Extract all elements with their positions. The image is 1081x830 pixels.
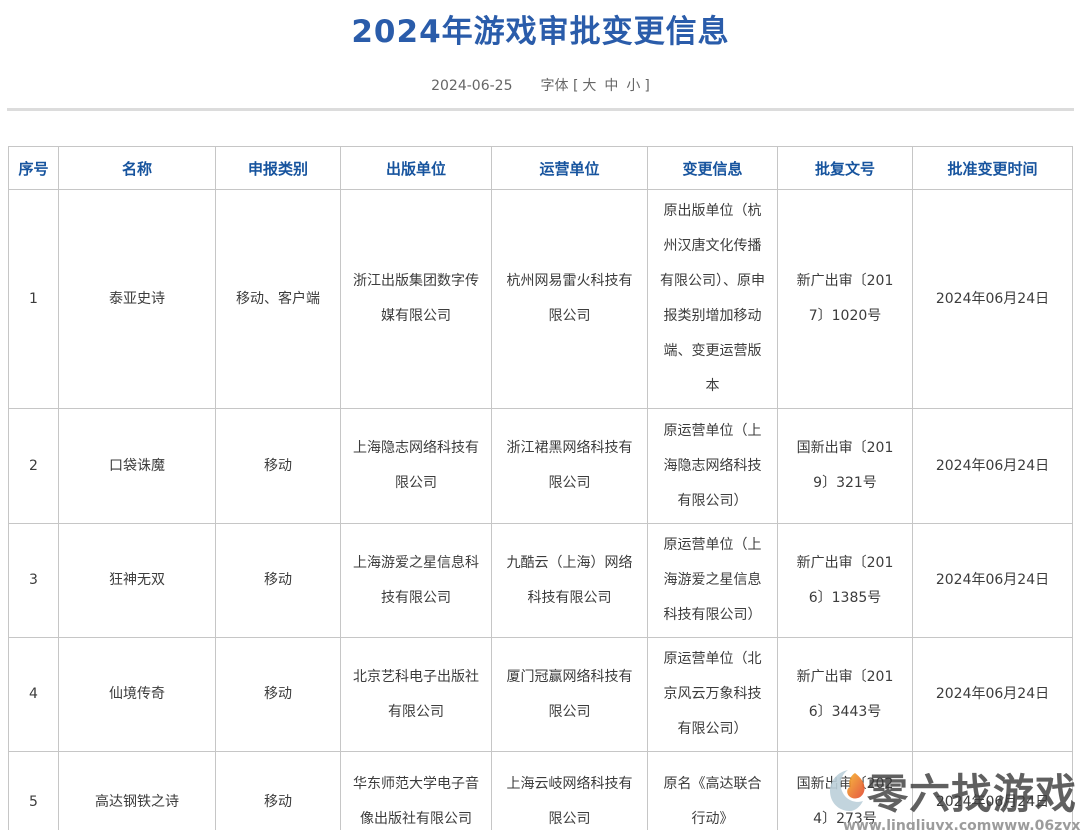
table-row: 1泰亚史诗移动、客户端浙江出版集团数字传媒有限公司杭州网易雷火科技有限公司原出版… bbox=[9, 190, 1073, 409]
table-cell: 3 bbox=[9, 524, 59, 638]
bracket-close: ] bbox=[644, 78, 649, 94]
font-size-option[interactable]: 大 bbox=[582, 78, 596, 94]
table-cell: 新广出审〔2017〕1020号 bbox=[778, 190, 913, 409]
table-cell: 浙江裙黑网络科技有限公司 bbox=[492, 409, 648, 524]
column-header: 出版单位 bbox=[341, 147, 492, 190]
table-cell: 上海游爱之星信息科技有限公司 bbox=[341, 524, 492, 638]
column-header: 名称 bbox=[59, 147, 216, 190]
table-cell: 厦门冠赢网络科技有限公司 bbox=[492, 638, 648, 752]
publish-date: 2024-06-25 bbox=[431, 78, 512, 94]
table-cell: 移动 bbox=[216, 752, 341, 830]
table-cell: 移动 bbox=[216, 524, 341, 638]
table-cell: 华东师范大学电子音像出版社有限公司 bbox=[341, 752, 492, 830]
table-cell: 浙江出版集团数字传媒有限公司 bbox=[341, 190, 492, 409]
table-cell: 2024年06月24日 bbox=[913, 524, 1073, 638]
font-size-option[interactable]: 小 bbox=[626, 78, 640, 94]
table-cell: 新广出审〔2016〕1385号 bbox=[778, 524, 913, 638]
table-body: 1泰亚史诗移动、客户端浙江出版集团数字传媒有限公司杭州网易雷火科技有限公司原出版… bbox=[9, 190, 1073, 830]
column-header: 变更信息 bbox=[648, 147, 778, 190]
table-cell: 仙境传奇 bbox=[59, 638, 216, 752]
table-cell: 口袋诛魔 bbox=[59, 409, 216, 524]
table-cell: 原出版单位（杭州汉唐文化传播有限公司）、原申报类别增加移动端、变更运营版本 bbox=[648, 190, 778, 409]
table-cell: 移动 bbox=[216, 409, 341, 524]
table-cell: 北京艺科电子出版社有限公司 bbox=[341, 638, 492, 752]
table-cell: 狂神无双 bbox=[59, 524, 216, 638]
table-cell: 移动、客户端 bbox=[216, 190, 341, 409]
table-cell: 国新出审〔2024〕273号 bbox=[778, 752, 913, 830]
header-row: 序号名称申报类别出版单位运营单位变更信息批复文号批准变更时间 bbox=[9, 147, 1073, 190]
column-header: 批准变更时间 bbox=[913, 147, 1073, 190]
table-cell: 原运营单位（上海游爱之星信息科技有限公司） bbox=[648, 524, 778, 638]
table-cell: 泰亚史诗 bbox=[59, 190, 216, 409]
divider-line bbox=[7, 108, 1074, 111]
table-cell: 1 bbox=[9, 190, 59, 409]
table-cell: 新广出审〔2016〕3443号 bbox=[778, 638, 913, 752]
table-cell: 2024年06月24日 bbox=[913, 409, 1073, 524]
table-cell: 移动 bbox=[216, 638, 341, 752]
column-header: 申报类别 bbox=[216, 147, 341, 190]
table-cell: 上海隐志网络科技有限公司 bbox=[341, 409, 492, 524]
meta-bar: 2024-06-25 字体 [大中小] bbox=[0, 75, 1081, 95]
page: 2024年游戏审批变更信息 2024-06-25 字体 [大中小] 序号名称申报类… bbox=[0, 0, 1081, 830]
table-cell: 九酷云（上海）网络科技有限公司 bbox=[492, 524, 648, 638]
table-row: 3狂神无双移动上海游爱之星信息科技有限公司九酷云（上海）网络科技有限公司原运营单… bbox=[9, 524, 1073, 638]
table-cell: 原名《高达联合行动》 bbox=[648, 752, 778, 830]
page-title: 2024年游戏审批变更信息 bbox=[0, 6, 1081, 51]
table-cell: 原运营单位（上海隐志网络科技有限公司） bbox=[648, 409, 778, 524]
table-cell: 国新出审〔2019〕321号 bbox=[778, 409, 913, 524]
table-row: 2口袋诛魔移动上海隐志网络科技有限公司浙江裙黑网络科技有限公司原运营单位（上海隐… bbox=[9, 409, 1073, 524]
font-size-selector: 字体 [大中小] bbox=[540, 78, 649, 94]
table-cell: 杭州网易雷火科技有限公司 bbox=[492, 190, 648, 409]
font-size-option[interactable]: 中 bbox=[604, 78, 618, 94]
font-size-options: 大中小 bbox=[578, 78, 644, 94]
table-cell: 高达钢铁之诗 bbox=[59, 752, 216, 830]
table-cell: 2024年06月24日 bbox=[913, 752, 1073, 830]
approval-table: 序号名称申报类别出版单位运营单位变更信息批复文号批准变更时间 1泰亚史诗移动、客… bbox=[8, 146, 1073, 830]
column-header: 运营单位 bbox=[492, 147, 648, 190]
column-header: 批复文号 bbox=[778, 147, 913, 190]
column-header: 序号 bbox=[9, 147, 59, 190]
table-cell: 上海云岐网络科技有限公司 bbox=[492, 752, 648, 830]
table-cell: 4 bbox=[9, 638, 59, 752]
table-row: 5高达钢铁之诗移动华东师范大学电子音像出版社有限公司上海云岐网络科技有限公司原名… bbox=[9, 752, 1073, 830]
table-cell: 5 bbox=[9, 752, 59, 830]
table-cell: 原运营单位（北京风云万象科技有限公司） bbox=[648, 638, 778, 752]
table-cell: 2024年06月24日 bbox=[913, 190, 1073, 409]
table-cell: 2024年06月24日 bbox=[913, 638, 1073, 752]
table-row: 4仙境传奇移动北京艺科电子出版社有限公司厦门冠赢网络科技有限公司原运营单位（北京… bbox=[9, 638, 1073, 752]
table-cell: 2 bbox=[9, 409, 59, 524]
font-size-label: 字体 bbox=[540, 78, 568, 94]
